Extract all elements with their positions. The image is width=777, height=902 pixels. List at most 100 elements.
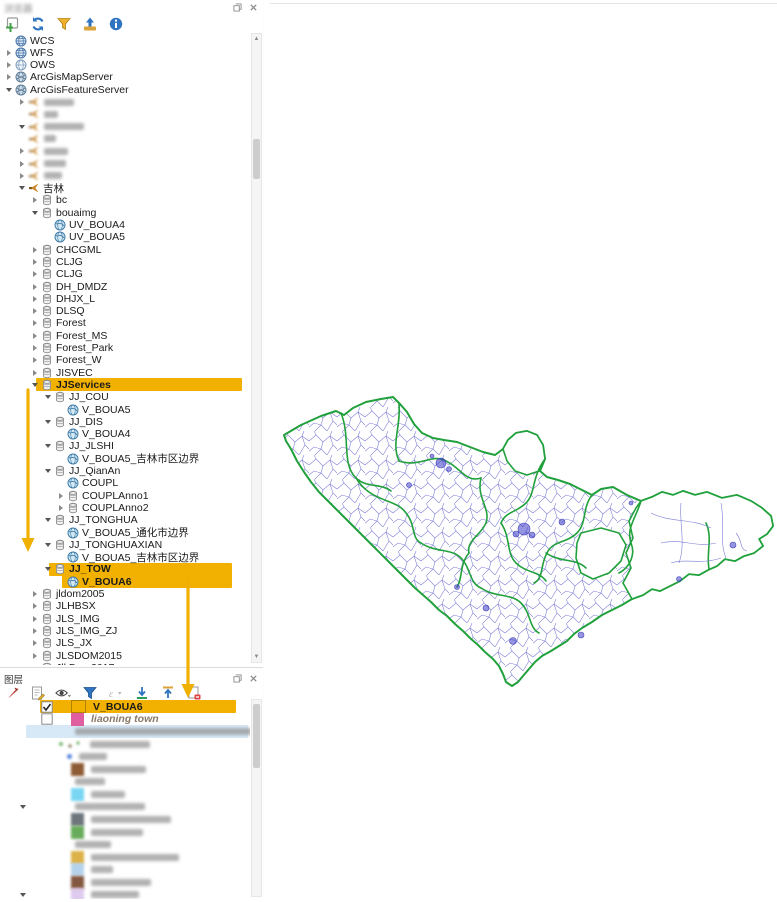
expander-closed-icon[interactable] bbox=[30, 663, 39, 665]
expander-closed-icon[interactable] bbox=[30, 294, 39, 303]
tree-item-jj-dis[interactable]: JJ_DIS bbox=[43, 415, 103, 428]
expander-closed-icon[interactable] bbox=[30, 331, 39, 340]
tree-item-ows[interactable]: OWS bbox=[4, 59, 55, 72]
layer-item-redacted[interactable] bbox=[18, 750, 107, 763]
expander-closed-icon[interactable] bbox=[30, 344, 39, 353]
expander-closed-icon[interactable] bbox=[30, 282, 39, 291]
layer-item-redacted[interactable] bbox=[18, 725, 250, 738]
tree-item-couplanno1[interactable]: COUPLAnno1 bbox=[56, 489, 149, 502]
layer-item-liaoning-town[interactable]: liaoning town bbox=[18, 713, 159, 726]
layer-item-redacted[interactable] bbox=[18, 813, 171, 826]
layer-item-redacted[interactable] bbox=[18, 888, 139, 899]
tree-item-forest[interactable]: Forest bbox=[30, 317, 86, 330]
panel-float-icon[interactable] bbox=[232, 673, 242, 683]
tree-item-jlsdom2015[interactable]: JLSDOM2015 bbox=[30, 649, 122, 662]
checkbox-checked[interactable] bbox=[41, 701, 53, 713]
layers-scrollbar[interactable] bbox=[251, 699, 262, 897]
tree-item-forest-ms[interactable]: Forest_MS bbox=[30, 329, 107, 342]
expander-closed-icon[interactable] bbox=[56, 503, 65, 512]
filter-icon[interactable] bbox=[55, 16, 72, 33]
tree-item-v-boua5[interactable]: V_BOUA5 bbox=[56, 403, 130, 416]
checkbox-unchecked[interactable] bbox=[41, 713, 53, 725]
tree-item-redacted[interactable] bbox=[17, 132, 56, 145]
properties-icon[interactable] bbox=[107, 16, 124, 33]
expander-closed-icon[interactable] bbox=[30, 245, 39, 254]
tree-item-v-boua5-[interactable]: V_BOUA5_吉林市区边界 bbox=[56, 551, 199, 564]
expander-open-icon[interactable] bbox=[18, 890, 27, 899]
tree-item-coupl[interactable]: COUPL bbox=[56, 477, 118, 490]
expander-closed-icon[interactable] bbox=[30, 602, 39, 611]
expander-open-icon[interactable] bbox=[43, 540, 52, 549]
expander-closed-icon[interactable] bbox=[17, 159, 26, 168]
tree-item-jls-img-zj[interactable]: JLS_IMG_ZJ bbox=[30, 624, 117, 637]
expander-open-icon[interactable] bbox=[43, 516, 52, 525]
tree-item-v-boua4[interactable]: V_BOUA4 bbox=[56, 428, 130, 441]
tree-item-chcgml[interactable]: CHCGML bbox=[30, 243, 102, 256]
layer-item-redacted[interactable] bbox=[18, 775, 105, 788]
expander-closed-icon[interactable] bbox=[30, 356, 39, 365]
layer-item-redacted[interactable] bbox=[18, 800, 145, 813]
expander-open-icon[interactable] bbox=[30, 380, 39, 389]
browser-tree-scrollbar[interactable]: ▲ ▼ bbox=[251, 33, 262, 663]
tree-item-v-boua5-[interactable]: V_BOUA5_通化市边界 bbox=[56, 526, 189, 539]
tree-item-uv-boua5[interactable]: UV_BOUA5 bbox=[43, 231, 125, 244]
expander-closed-icon[interactable] bbox=[4, 73, 13, 82]
tree-item-forest-w[interactable]: Forest_W bbox=[30, 354, 102, 367]
tree-item-cljg[interactable]: CLJG bbox=[30, 268, 83, 281]
add-connection-icon[interactable] bbox=[3, 16, 20, 33]
expander-open-icon[interactable] bbox=[43, 467, 52, 476]
layer-item-redacted[interactable] bbox=[18, 876, 151, 889]
tree-item-jj-tow[interactable]: JJ_TOW bbox=[43, 563, 111, 576]
expander-open-icon[interactable] bbox=[43, 442, 52, 451]
scroll-down-icon[interactable]: ▼ bbox=[252, 652, 261, 662]
expander-closed-icon[interactable] bbox=[30, 651, 39, 660]
scrollbar-thumb[interactable] bbox=[253, 139, 260, 179]
tree-item-dlsq[interactable]: DLSQ bbox=[30, 305, 85, 318]
expander-closed-icon[interactable] bbox=[30, 319, 39, 328]
expander-open-icon[interactable] bbox=[4, 85, 13, 94]
tree-item-v-boua6[interactable]: V_BOUA6 bbox=[56, 575, 132, 588]
layer-item-redacted[interactable] bbox=[18, 851, 179, 864]
expander-open-icon[interactable] bbox=[30, 208, 39, 217]
panel-close-icon[interactable] bbox=[248, 673, 258, 683]
favorites-icon[interactable] bbox=[81, 16, 98, 33]
map-canvas[interactable] bbox=[264, 0, 777, 901]
tree-item-arcgismapserver[interactable]: ArcGisMapServer bbox=[4, 71, 113, 84]
tree-item-jisvec[interactable]: JISVEC bbox=[30, 366, 93, 379]
tree-item-redacted[interactable] bbox=[17, 120, 84, 133]
expander-closed-icon[interactable] bbox=[30, 626, 39, 635]
expander-closed-icon[interactable] bbox=[17, 98, 26, 107]
layer-item-v-boua6[interactable]: V_BOUA6 bbox=[18, 700, 143, 713]
tree-item-jj-qianan[interactable]: JJ_QianAn bbox=[43, 465, 120, 478]
tree-item-jjservices[interactable]: JJServices bbox=[30, 378, 111, 391]
refresh-icon[interactable] bbox=[29, 16, 46, 33]
expander-closed-icon[interactable] bbox=[30, 639, 39, 648]
panel-close-icon[interactable] bbox=[248, 2, 258, 12]
expander-closed-icon[interactable] bbox=[56, 491, 65, 500]
scrollbar-thumb[interactable] bbox=[253, 704, 260, 768]
expander-closed-icon[interactable] bbox=[30, 590, 39, 599]
scroll-up-icon[interactable]: ▲ bbox=[252, 34, 261, 44]
tree-item-bouaimg[interactable]: bouaimg bbox=[30, 206, 96, 219]
tree-item-dhjx-l[interactable]: DHJX_L bbox=[30, 292, 95, 305]
layer-item-redacted[interactable] bbox=[18, 826, 143, 839]
expander-closed-icon[interactable] bbox=[30, 368, 39, 377]
tree-item-jldom2005[interactable]: jldom2005 bbox=[30, 588, 104, 601]
tree-item-v-boua5-[interactable]: V_BOUA5_吉林市区边界 bbox=[56, 452, 199, 465]
tree-item-wcs[interactable]: WCS bbox=[4, 34, 55, 47]
expander-open-icon[interactable] bbox=[17, 184, 26, 193]
expander-open-icon[interactable] bbox=[43, 565, 52, 574]
expander-closed-icon[interactable] bbox=[4, 61, 13, 70]
expander-open-icon[interactable] bbox=[43, 393, 52, 402]
tree-item--[interactable]: 吉林 bbox=[17, 182, 64, 195]
expander-closed-icon[interactable] bbox=[30, 270, 39, 279]
tree-item-jlkdom2017[interactable]: JlkDom2017 bbox=[30, 661, 114, 665]
tree-item-redacted[interactable] bbox=[17, 145, 68, 158]
expander-closed-icon[interactable] bbox=[30, 257, 39, 266]
tree-item-bc[interactable]: bc bbox=[30, 194, 67, 207]
tree-item-redacted[interactable] bbox=[17, 108, 58, 121]
tree-item-wfs[interactable]: WFS bbox=[4, 46, 53, 59]
tree-item-uv-boua4[interactable]: UV_BOUA4 bbox=[43, 219, 125, 232]
tree-item-jlhbsx[interactable]: JLHBSX bbox=[30, 600, 96, 613]
layer-item-redacted[interactable] bbox=[18, 738, 150, 751]
